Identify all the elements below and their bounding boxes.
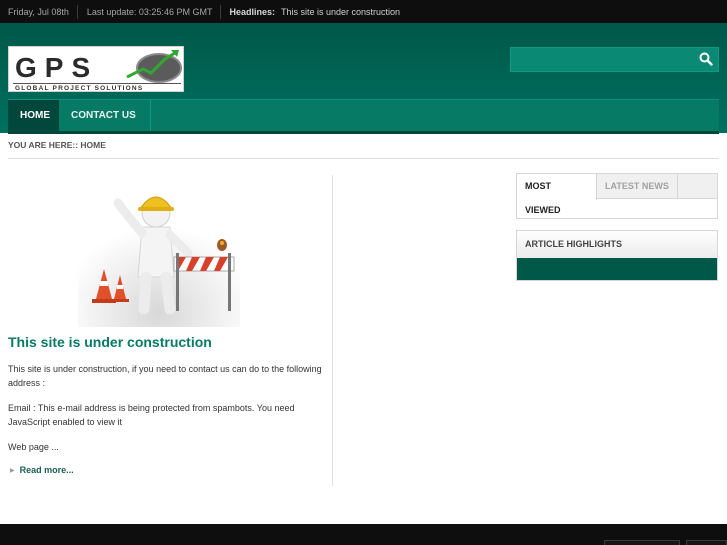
breadcrumb: YOU ARE HERE:: HOME [8, 140, 106, 150]
article-paragraph: This site is under construction, if you … [8, 364, 322, 388]
read-more-link[interactable]: ▶ Read more... [10, 465, 74, 475]
main-nav: HOME CONTACT US [8, 99, 719, 132]
gps-logo-image: GPS GLOBAL PROJECT SOLUTIONS [9, 47, 183, 92]
chevron-right-icon: ▶ [10, 467, 15, 474]
site-footer [0, 524, 727, 545]
highlights-title: ARTICLE HIGHLIGHTS [517, 231, 717, 258]
nav-item-home[interactable]: HOME [8, 100, 59, 132]
nav-item-contact-us[interactable]: CONTACT US [59, 100, 151, 132]
tabs-module: MOST VIEWED LATEST NEWS [516, 173, 718, 219]
column-divider [332, 175, 333, 486]
footer-box [604, 540, 680, 545]
svg-text:GLOBAL PROJECT SOLUTIONS: GLOBAL PROJECT SOLUTIONS [15, 85, 143, 92]
article-highlights-module: ARTICLE HIGHLIGHTS [516, 230, 718, 281]
current-date: Friday, Jul 08th [8, 6, 69, 17]
headline-link[interactable]: This site is under construction [275, 7, 400, 17]
search-input[interactable] [511, 48, 696, 71]
under-construction-image [78, 183, 240, 327]
article-title[interactable]: This site is under construction [8, 334, 212, 350]
top-bar: Friday, Jul 08th Last update: 03:25:46 P… [0, 0, 727, 23]
nav-underline [8, 131, 719, 134]
tab-most-viewed[interactable]: MOST VIEWED [517, 174, 597, 215]
svg-text:GPS: GPS [15, 52, 98, 83]
read-more-label: Read more... [19, 465, 74, 475]
tab-latest-news[interactable]: LATEST NEWS [597, 174, 678, 199]
search-box [510, 47, 719, 72]
article-paragraph: Web page ... [8, 442, 59, 452]
headlines-label: Headlines: [229, 6, 275, 17]
tabs-row: MOST VIEWED LATEST NEWS [517, 174, 717, 215]
search-icon[interactable] [698, 51, 714, 67]
highlights-bar [517, 258, 717, 280]
site-header: GPS GLOBAL PROJECT SOLUTIONS HOME CONTAC… [0, 23, 727, 134]
breadcrumb-divider [8, 158, 719, 159]
site-logo[interactable]: GPS GLOBAL PROJECT SOLUTIONS [8, 46, 184, 92]
article-paragraph: Email : This e-mail address is being pro… [8, 403, 295, 427]
footer-box [686, 540, 727, 545]
last-update: Last update: 03:25:46 PM GMT [86, 6, 213, 17]
